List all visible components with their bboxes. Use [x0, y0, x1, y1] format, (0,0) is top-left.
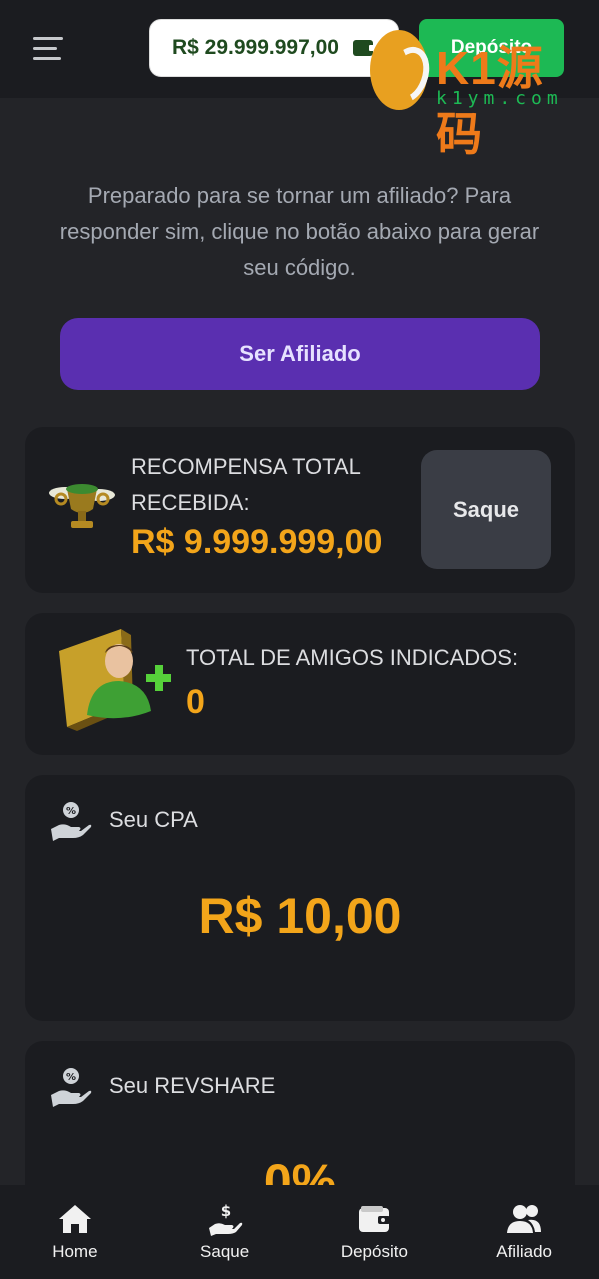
watermark: K1源码 k1ym.com: [370, 30, 590, 160]
reward-value: R$ 9.999.999,00: [131, 523, 383, 561]
nav-afiliado[interactable]: Afiliado: [449, 1185, 599, 1279]
cpa-title: Seu CPA: [109, 807, 198, 832]
trophy-icon: [49, 484, 115, 528]
cpa-card: % Seu CPA R$ 10,00: [25, 775, 575, 1021]
wallet-icon: [359, 1206, 391, 1232]
watermark-domain: k1ym.com: [436, 88, 563, 109]
bottom-nav: Home $ Saque Depósito Afiliado: [0, 1185, 599, 1279]
svg-text:%: %: [66, 806, 76, 817]
hand-percent-icon: %: [51, 1068, 92, 1107]
friends-label: TOTAL DE AMIGOS INDICADOS:: [186, 645, 519, 670]
intro-text: Preparado para se tornar um afiliado? Pa…: [59, 183, 540, 280]
hand-percent-icon: %: [51, 802, 92, 841]
friends-card: TOTAL DE AMIGOS INDICADOS: 0: [25, 613, 575, 755]
friends-value: 0: [186, 683, 205, 721]
balance-display[interactable]: R$ 29.999.997,00: [149, 19, 399, 77]
balance-value: R$ 29.999.997,00: [172, 36, 339, 59]
reward-label: RECOMPENSA TOTAL RECEBIDA:: [131, 454, 361, 515]
svg-text:%: %: [66, 1072, 76, 1083]
reward-card: RECOMPENSA TOTAL RECEBIDA: R$ 9.999.999,…: [25, 427, 575, 593]
nav-home[interactable]: Home: [0, 1185, 150, 1279]
cpa-value: R$ 10,00: [198, 888, 402, 944]
home-icon: [58, 1205, 91, 1233]
add-friend-icon: [59, 629, 171, 731]
nav-deposito[interactable]: Depósito: [300, 1185, 450, 1279]
revshare-title: Seu REVSHARE: [109, 1073, 276, 1098]
top-header: R$ 29.999.997,00 Depósito K1源码 k1ym.com: [0, 0, 599, 160]
become-affiliate-button[interactable]: Ser Afiliado: [60, 318, 540, 390]
svg-text:$: $: [220, 1202, 230, 1220]
nav-home-label: Home: [52, 1242, 98, 1261]
nav-deposito-label: Depósito: [340, 1242, 408, 1261]
watermark-logo-icon: [370, 30, 428, 110]
nav-saque-label: Saque: [200, 1242, 250, 1261]
nav-afiliado-label: Afiliado: [496, 1242, 552, 1261]
withdraw-hand-icon: $: [208, 1202, 242, 1236]
nav-saque[interactable]: $ Saque: [150, 1185, 300, 1279]
users-icon: [507, 1205, 542, 1233]
menu-icon[interactable]: [33, 37, 63, 61]
withdraw-button[interactable]: Saque: [421, 450, 551, 569]
